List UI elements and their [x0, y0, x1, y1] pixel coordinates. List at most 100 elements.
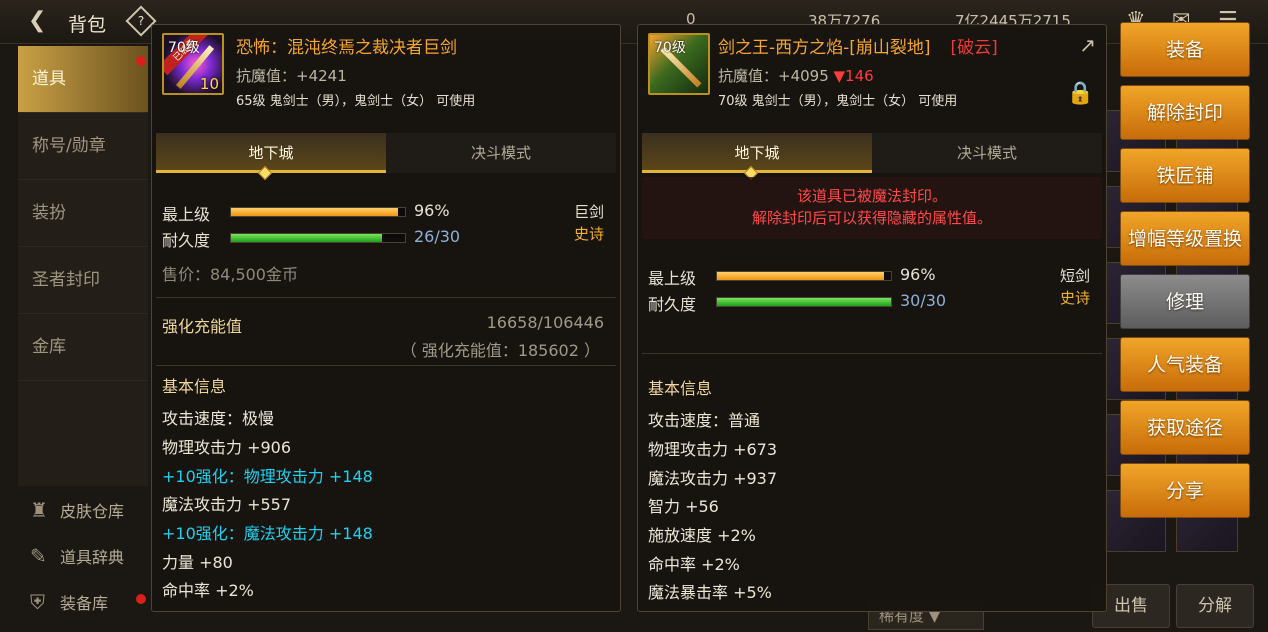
acquire-route-button[interactable]: 获取途径 [1120, 400, 1250, 455]
stat-line: 魔法攻击力 +557 [162, 495, 292, 514]
item-name-text: 剑之王-西方之焰-[崩山裂地] [718, 38, 931, 58]
durability-label: 耐久度 [162, 231, 211, 250]
item-name: 剑之王-西方之焰-[崩山裂地] [破云] [718, 33, 998, 58]
enhance-level: 10 [199, 75, 219, 93]
magic-resist: 抗魔值：+4241 [236, 67, 347, 85]
book-icon: ✎ [30, 544, 47, 568]
stat-line: 智力 +56 [648, 497, 719, 516]
max-level-bar-fill [231, 208, 399, 216]
charge-value: 16658/106446 [486, 313, 604, 332]
seal-line: 该道具已被魔法封印。 [796, 187, 947, 205]
durability-bar [230, 233, 406, 243]
item-rarity: 史诗 [1059, 289, 1090, 307]
max-level-bar [230, 207, 406, 217]
sell-price: 售价：84,500金币 [162, 265, 298, 284]
share-button[interactable]: 分享 [1120, 463, 1250, 518]
usable-classes: 65级 鬼剑士（男），鬼剑士（女） 可使用 [236, 94, 476, 109]
equipped-item-tooltip: 已装备 70级 10 恐怖：混沌终焉之裁决者巨剑 抗魔值：+4241 65级 鬼… [151, 24, 621, 612]
durability-bar-fill [231, 234, 382, 242]
durability-label: 耐久度 [648, 295, 697, 314]
share-icon[interactable]: ↗ [1079, 33, 1096, 57]
max-level-value: 96% [414, 201, 450, 220]
basic-info-title: 基本信息 [162, 377, 227, 396]
seal-notice: 该道具已被魔法封印。 解除封印后可以获得隐藏的属性值。 [642, 177, 1102, 239]
basic-info-title: 基本信息 [648, 379, 713, 398]
item-rarity: 史诗 [573, 225, 604, 243]
stat-line: 物理攻击力 +906 [162, 438, 292, 457]
stat-line: 攻击速度：极慢 [162, 409, 275, 428]
selected-item-tooltip: 70级 剑之王-西方之焰-[崩山裂地] [破云] ↗ 抗魔值：+4095 ▼146… [637, 24, 1107, 612]
durability-row: 耐久度 30/30 [648, 291, 946, 315]
notification-dot [136, 594, 146, 604]
item-name: 恐怖：混沌终焉之裁决者巨剑 [236, 38, 457, 58]
durability-bar-fill [717, 298, 891, 306]
equip-button[interactable]: 装备 [1120, 22, 1250, 77]
max-level-row: 最上级 96% [648, 265, 936, 289]
divider [156, 365, 616, 366]
tab-dungeon[interactable]: 地下城 [156, 133, 386, 173]
mode-tabs: 地下城 决斗模式 [642, 133, 1102, 173]
item-icon: 70级 [648, 33, 710, 95]
notification-dot [136, 56, 146, 66]
unseal-button[interactable]: 解除封印 [1120, 85, 1250, 140]
item-icon: 已装备 70级 10 [162, 33, 224, 95]
weapon-type: 巨剑 [573, 203, 604, 221]
repair-button[interactable]: 修理 [1120, 274, 1250, 329]
usable-classes: 70级 鬼剑士（男），鬼剑士（女） 可使用 [718, 94, 958, 109]
item-level: 70级 [654, 40, 686, 56]
max-level-row: 最上级 96% [162, 201, 450, 225]
stat-line: 力量 +80 [162, 553, 233, 572]
resist-diff: ▼146 [833, 67, 874, 85]
durability-value: 30/30 [900, 291, 947, 310]
item-dictionary-link[interactable]: ✎ 道具辞典 [30, 544, 124, 568]
sidebar-item-avatar[interactable]: 装扮 [18, 180, 148, 247]
stat-line: 魔法攻击力 +937 [648, 469, 778, 488]
item-name-tag: [破云] [950, 38, 998, 58]
max-level-value: 96% [900, 265, 936, 284]
sidebar: 道具 称号/勋章 装扮 圣者封印 金库 [18, 46, 148, 486]
max-level-label: 最上级 [648, 269, 697, 288]
mode-tabs: 地下城 决斗模式 [156, 133, 616, 173]
max-level-bar-fill [717, 272, 885, 280]
stat-line: 命中率 +2% [162, 581, 254, 600]
charge-label: 强化充能值 [162, 317, 243, 336]
action-button-column: 装备 解除封印 铁匠铺 增幅等级置换 修理 人气装备 获取途径 分享 [1120, 22, 1250, 526]
divider [642, 353, 1102, 354]
page-title: 背包 [68, 14, 107, 36]
durability-value: 26/30 [414, 227, 461, 246]
sidebar-item-seal[interactable]: 圣者封印 [18, 247, 148, 314]
magic-resist: 抗魔值：+4095 ▼146 [718, 67, 874, 85]
blacksmith-button[interactable]: 铁匠铺 [1120, 148, 1250, 203]
stat-line: 魔法暴击率 +5% [648, 583, 772, 602]
tab-duel[interactable]: 决斗模式 [872, 133, 1102, 173]
stat-line: 施放速度 +2% [648, 526, 756, 545]
stat-line-enhance: +10强化：魔法攻击力 +148 [162, 524, 373, 543]
stat-line: 物理攻击力 +673 [648, 440, 778, 459]
tab-duel[interactable]: 决斗模式 [386, 133, 616, 173]
amplify-transfer-button[interactable]: 增幅等级置换 [1120, 211, 1250, 266]
armor-icon: ⛨ [30, 590, 45, 614]
stat-line: 命中率 +2% [648, 555, 740, 574]
max-level-label: 最上级 [162, 205, 211, 224]
sidebar-item-titles[interactable]: 称号/勋章 [18, 113, 148, 180]
warehouse-icon: ♜ [30, 498, 48, 522]
divider [156, 297, 616, 298]
item-level: 70级 [168, 40, 200, 56]
max-level-bar [716, 271, 892, 281]
back-arrow-icon[interactable]: ❮ [28, 8, 46, 33]
stat-line: 攻击速度：普通 [648, 411, 761, 430]
lock-icon[interactable]: 🔒 [1067, 81, 1094, 106]
tab-dungeon[interactable]: 地下城 [642, 133, 872, 173]
disassemble-button[interactable]: 分解 [1176, 584, 1254, 628]
sidebar-item-vault[interactable]: 金库 [18, 314, 148, 381]
sidebar-item-items[interactable]: 道具 [18, 46, 148, 113]
weapon-type: 短剑 [1059, 267, 1090, 285]
charge-sub-value: （ 强化充能值：185602 ） [400, 341, 600, 360]
durability-bar [716, 297, 892, 307]
stat-line-enhance: +10强化：物理攻击力 +148 [162, 467, 373, 486]
durability-row: 耐久度 26/30 [162, 227, 460, 251]
seal-line: 解除封印后可以获得隐藏的属性值。 [751, 209, 992, 227]
equipment-library-link[interactable]: ⛨ 装备库 [30, 590, 108, 614]
popular-equipment-button[interactable]: 人气装备 [1120, 337, 1250, 392]
skin-warehouse-link[interactable]: ♜ 皮肤仓库 [30, 498, 124, 522]
